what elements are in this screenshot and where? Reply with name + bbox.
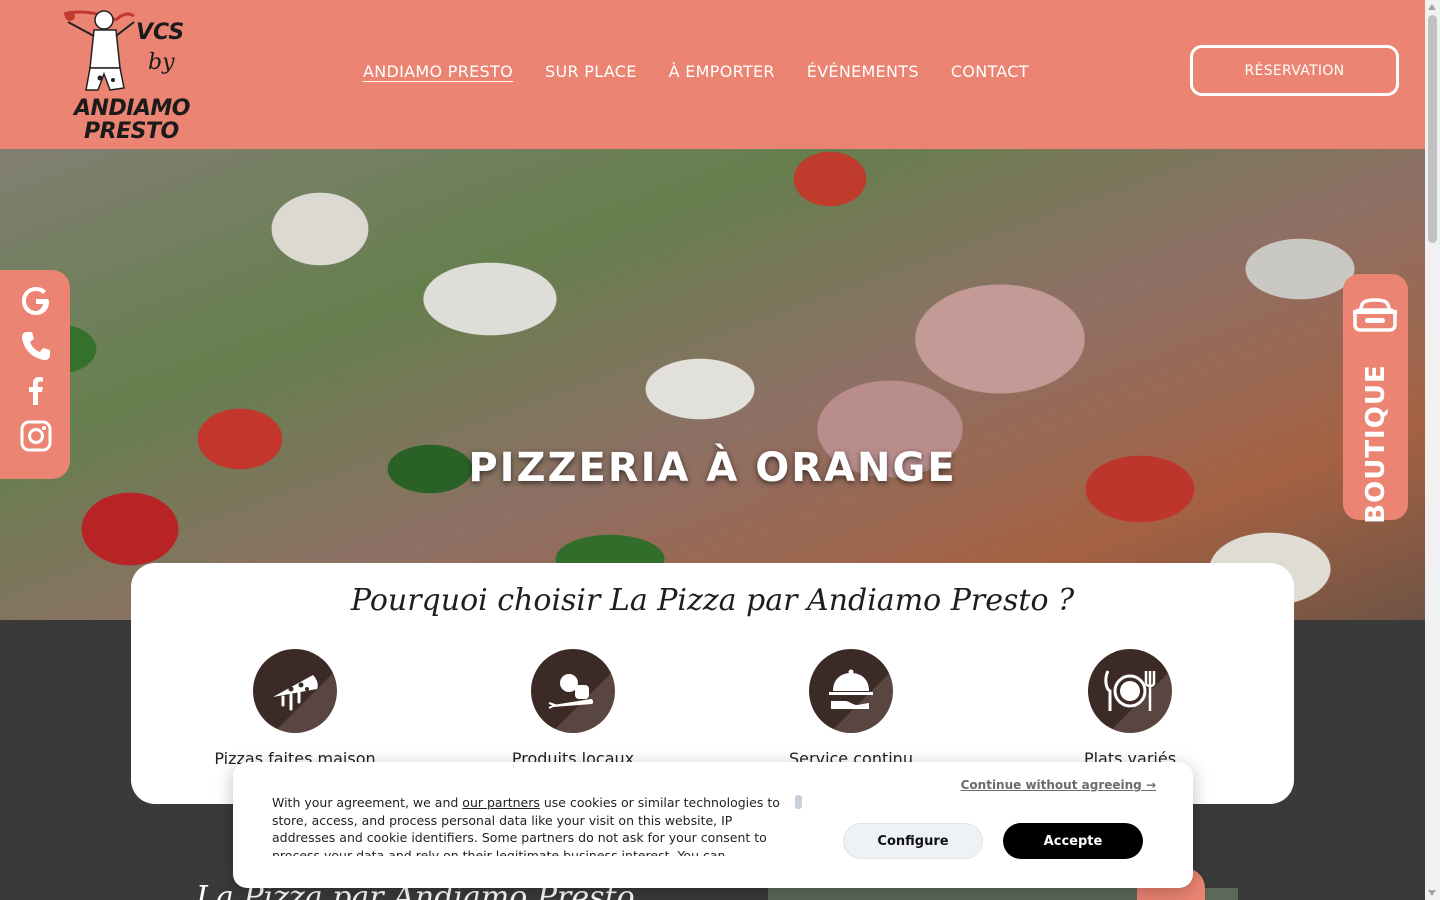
nav-contact[interactable]: CONTACT bbox=[951, 62, 1029, 81]
nav-sur-place[interactable]: SUR PLACE bbox=[545, 62, 637, 81]
scroll-up-arrow-icon[interactable] bbox=[1428, 4, 1436, 10]
logo-by: by bbox=[148, 50, 175, 75]
logo-line-2: PRESTO bbox=[84, 119, 179, 144]
google-icon[interactable] bbox=[19, 284, 53, 318]
page-scrollbar[interactable] bbox=[1425, 0, 1440, 900]
continue-without-agreeing-link[interactable]: Continue without agreeing → bbox=[961, 778, 1156, 792]
logo-line-1: ANDIAMO bbox=[74, 96, 191, 121]
instagram-icon[interactable] bbox=[19, 419, 53, 453]
plate-cutlery-icon bbox=[1088, 649, 1172, 733]
vegetables-icon bbox=[531, 649, 615, 733]
cloche-icon bbox=[809, 649, 893, 733]
cookie-text-part: With your agreement, we and bbox=[272, 795, 463, 810]
nav-andiamo-presto[interactable]: ANDIAMO PRESTO bbox=[363, 62, 513, 81]
feature-item: Pizzas faites maison bbox=[175, 649, 415, 768]
pizza-slice-icon bbox=[253, 649, 337, 733]
nav-a-emporter[interactable]: À EMPORTER bbox=[669, 62, 775, 81]
facebook-icon[interactable] bbox=[19, 374, 53, 408]
scroll-down-arrow-icon[interactable] bbox=[1428, 890, 1436, 896]
social-sidebar bbox=[0, 270, 70, 479]
site-header: VCS by ANDIAMO PRESTO ANDIAMO PRESTO SUR… bbox=[0, 0, 1425, 149]
takeaway-box-icon bbox=[1353, 298, 1397, 332]
nav-evenements[interactable]: ÉVÉNEMENTS bbox=[807, 62, 919, 81]
cookie-text-scrollbar[interactable] bbox=[795, 795, 802, 809]
feature-item: Produits locaux bbox=[453, 649, 693, 768]
cookie-banner: Continue without agreeing → With your ag… bbox=[233, 762, 1193, 888]
boutique-label: BOUTIQUE bbox=[1360, 364, 1391, 524]
hero-banner: PIZZERIA À ORANGE bbox=[0, 149, 1425, 620]
accept-button[interactable]: Accepte bbox=[1003, 823, 1143, 859]
boutique-tab[interactable]: BOUTIQUE bbox=[1343, 274, 1408, 524]
phone-icon[interactable] bbox=[19, 329, 53, 363]
scrollbar-thumb[interactable] bbox=[1428, 15, 1437, 243]
cookie-text: With your agreement, we and our partners… bbox=[272, 794, 792, 856]
logo[interactable]: VCS by ANDIAMO PRESTO bbox=[58, 8, 208, 146]
feature-item: Plats variés bbox=[1010, 649, 1250, 768]
feature-item: Service continu bbox=[731, 649, 971, 768]
reservation-button[interactable]: RÉSERVATION bbox=[1190, 45, 1399, 96]
logo-vcs: VCS bbox=[136, 20, 185, 45]
hero-title: PIZZERIA À ORANGE bbox=[468, 445, 957, 491]
main-nav: ANDIAMO PRESTO SUR PLACE À EMPORTER ÉVÉN… bbox=[363, 62, 1061, 81]
features-title: Pourquoi choisir La Pizza par Andiamo Pr… bbox=[350, 583, 1075, 618]
partners-link[interactable]: our partners bbox=[462, 795, 540, 810]
configure-button[interactable]: Configure bbox=[843, 823, 983, 859]
